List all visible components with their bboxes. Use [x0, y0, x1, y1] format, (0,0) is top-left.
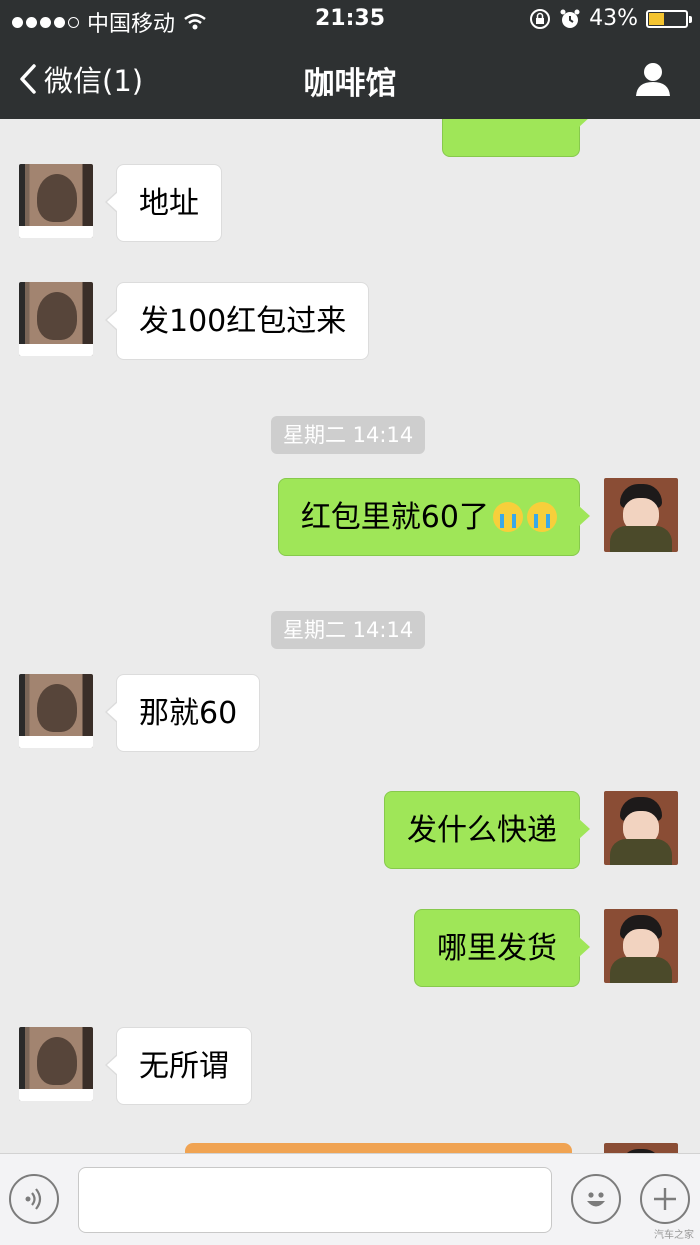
my-avatar[interactable]: [604, 1143, 678, 1153]
status-bar: 中国移动 21:35 43%: [0, 0, 700, 40]
crying-emoji-icon: [527, 501, 557, 532]
message-bubble-in[interactable]: 无所谓: [105, 1027, 252, 1105]
message-bubble-in[interactable]: 发100红包过来: [104, 282, 370, 360]
smiley-icon: [587, 1192, 605, 1207]
more-button[interactable]: [640, 1174, 690, 1224]
contact-avatar[interactable]: [19, 1027, 93, 1101]
message-text: 无所谓: [139, 1049, 229, 1084]
crying-emoji-icon: [493, 501, 523, 532]
contact-avatar[interactable]: [19, 164, 93, 238]
navigation-bar: 微信(1) 咖啡馆: [0, 40, 700, 119]
watermark: 汽车之家: [654, 1230, 694, 1241]
rotation-lock-icon: [530, 8, 551, 29]
message-bubble-out[interactable]: 红包里就60了: [277, 478, 591, 556]
message-text: 发100红包过来: [139, 304, 347, 339]
contact-avatar[interactable]: [19, 674, 93, 748]
message-bubble-partial[interactable]: [442, 119, 590, 157]
voice-icon: [25, 1188, 42, 1210]
plus-icon: [654, 1188, 676, 1210]
top-bar: 中国移动 21:35 43% 微信(1) 咖啡馆: [0, 0, 700, 119]
person-icon[interactable]: [634, 60, 672, 98]
message-text: 那就60: [139, 696, 238, 731]
my-avatar[interactable]: [604, 478, 678, 552]
battery-percent: 43%: [589, 6, 638, 31]
message-bubble-in[interactable]: 那就60: [104, 674, 261, 752]
emoji-button[interactable]: [571, 1174, 621, 1224]
input-toolbar: 汽车之家: [0, 1153, 700, 1245]
message-text: 发什么快递: [407, 813, 557, 848]
message-bubble-out[interactable]: 哪里发货: [414, 909, 590, 987]
voice-button[interactable]: [9, 1174, 59, 1224]
battery-icon: [646, 9, 692, 28]
chat-area[interactable]: 地址 发100红包过来 星期二 14:14 红包里就60了 星期二 14:14 …: [0, 119, 700, 1153]
message-text: 地址: [139, 186, 199, 221]
message-text: 红包里就60了: [300, 500, 489, 535]
timestamp-label: 星期二 14:14: [271, 416, 426, 454]
chat-title: 咖啡馆: [303, 66, 397, 102]
my-avatar[interactable]: [604, 909, 678, 983]
my-avatar[interactable]: [604, 791, 678, 865]
contact-avatar[interactable]: [19, 282, 93, 356]
red-packet-card-partial[interactable]: [185, 1143, 572, 1153]
timestamp-label: 星期二 14:14: [271, 611, 426, 649]
alarm-icon: [560, 9, 580, 28]
message-bubble-out[interactable]: 发什么快递: [384, 791, 590, 869]
message-bubble-in[interactable]: 地址: [105, 164, 222, 242]
message-text: 哪里发货: [437, 931, 557, 966]
status-right: 43%: [529, 6, 692, 31]
message-input[interactable]: [78, 1167, 552, 1233]
